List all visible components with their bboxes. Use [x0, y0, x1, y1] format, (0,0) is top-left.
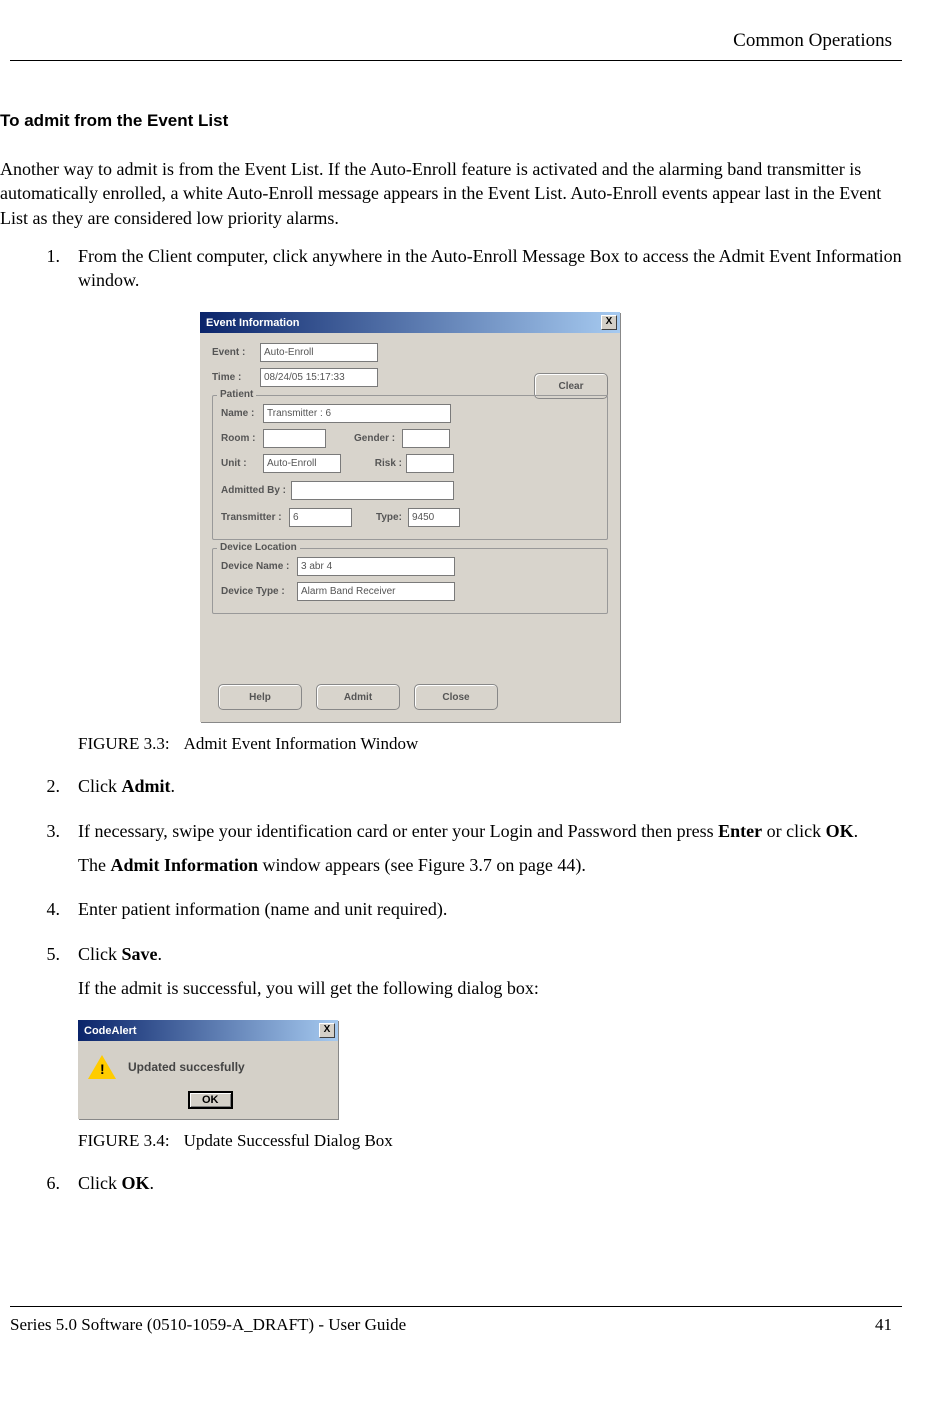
intro-paragraph: Another way to admit is from the Event L… — [0, 157, 902, 230]
alert-titlebar: CodeAlert X — [78, 1020, 338, 1041]
dialog-title-text: Event Information — [206, 317, 300, 329]
step-number: 6. — [0, 1171, 78, 1205]
time-field[interactable]: 08/24/05 15:17:33 — [260, 368, 378, 387]
step-text: The Admit Information window appears (se… — [78, 853, 902, 877]
step-number: 4. — [0, 897, 78, 931]
alert-message: Updated succesfully — [128, 1060, 245, 1074]
top-rule — [10, 60, 902, 61]
figure-text: Admit Event Information Window — [184, 734, 419, 753]
devtype-label: Device Type : — [221, 586, 297, 597]
devname-field[interactable]: 3 abr 4 — [297, 557, 455, 576]
admitted-field[interactable] — [291, 481, 454, 500]
step-text: Enter patient information (name and unit… — [78, 897, 902, 921]
unit-field[interactable]: Auto-Enroll — [263, 454, 341, 473]
step-number: 1. — [0, 244, 78, 303]
risk-field[interactable] — [406, 454, 454, 473]
tx-label: Transmitter : — [221, 512, 289, 523]
figure-text: Update Successful Dialog Box — [184, 1131, 393, 1150]
step-text: Click Save. — [78, 942, 902, 966]
bottom-rule — [10, 1306, 902, 1307]
room-field[interactable] — [263, 429, 326, 448]
event-field[interactable]: Auto-Enroll — [260, 343, 378, 362]
alert-close-button[interactable]: X — [319, 1023, 335, 1038]
gender-field[interactable] — [402, 429, 450, 448]
figure-label: FIGURE 3.3: — [78, 734, 170, 754]
step-1: 1. From the Client computer, click anywh… — [0, 244, 902, 303]
footer-left: Series 5.0 Software (0510-1059-A_DRAFT) … — [10, 1315, 406, 1335]
patient-section: Patient Name : Transmitter : 6 Room : Ge… — [212, 395, 608, 540]
type-field[interactable]: 9450 — [408, 508, 460, 527]
devtype-field[interactable]: Alarm Band Receiver — [297, 582, 455, 601]
step-text: Click OK. — [78, 1171, 902, 1195]
devname-label: Device Name : — [221, 561, 297, 572]
page-number: 41 — [875, 1315, 892, 1335]
alert-title-text: CodeAlert — [84, 1025, 137, 1037]
step-2: 2. Click Admit. — [0, 774, 902, 808]
event-info-dialog: Event Information X Clear Event : Auto-E… — [200, 312, 620, 722]
step-5: 5. Click Save. If the admit is successfu… — [0, 942, 902, 1011]
device-location-title: Device Location — [217, 542, 300, 553]
step-text: If necessary, swipe your identification … — [78, 819, 902, 843]
tx-field[interactable]: 6 — [289, 508, 352, 527]
figure-label: FIGURE 3.4: — [78, 1131, 170, 1151]
step-number: 5. — [0, 942, 78, 1011]
header-section: Common Operations — [0, 30, 902, 60]
step-3: 3. If necessary, swipe your identificati… — [0, 819, 902, 888]
gender-label: Gender : — [354, 433, 402, 444]
step-4: 4. Enter patient information (name and u… — [0, 897, 902, 931]
figure-3-4-caption: FIGURE 3.4: Update Successful Dialog Box — [78, 1131, 902, 1151]
admit-button[interactable]: Admit — [316, 684, 400, 710]
risk-label: Risk : — [354, 458, 406, 469]
event-label: Event : — [212, 347, 260, 358]
step-6: 6. Click OK. — [0, 1171, 902, 1205]
time-label: Time : — [212, 372, 260, 383]
patient-section-title: Patient — [217, 389, 256, 400]
step-text: If the admit is successful, you will get… — [78, 976, 902, 1000]
close-button[interactable]: Close — [414, 684, 498, 710]
figure-3-3-caption: FIGURE 3.3: Admit Event Information Windo… — [78, 734, 902, 754]
step-number: 2. — [0, 774, 78, 808]
step-text: From the Client computer, click anywhere… — [78, 244, 902, 293]
name-field[interactable]: Transmitter : 6 — [263, 404, 451, 423]
device-location-section: Device Location Device Name : 3 abr 4 De… — [212, 548, 608, 614]
name-label: Name : — [221, 408, 263, 419]
alert-ok-button[interactable]: OK — [188, 1091, 233, 1109]
unit-label: Unit : — [221, 458, 263, 469]
admitted-label: Admitted By : — [221, 485, 291, 496]
dialog-close-button[interactable]: X — [601, 315, 617, 330]
codealert-dialog: CodeAlert X ! Updated succesfully OK — [78, 1020, 338, 1119]
dialog-titlebar: Event Information X — [200, 312, 620, 333]
section-heading: To admit from the Event List — [0, 111, 902, 131]
step-number: 3. — [0, 819, 78, 888]
warning-icon: ! — [88, 1053, 116, 1081]
help-button[interactable]: Help — [218, 684, 302, 710]
type-label: Type: — [376, 512, 408, 523]
room-label: Room : — [221, 433, 263, 444]
step-text: Click Admit. — [78, 774, 902, 798]
